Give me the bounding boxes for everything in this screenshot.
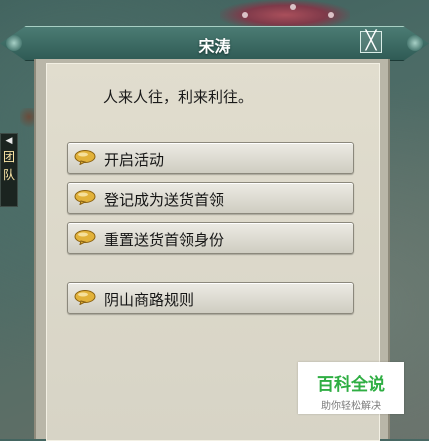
option-register-leader-button[interactable]: 登记成为送货首领	[67, 182, 354, 214]
speech-bubble-icon	[74, 150, 96, 165]
option-start-activity-button[interactable]: 开启活动	[67, 142, 354, 174]
watermark-subtitle: 助你轻松解决	[321, 401, 381, 412]
watermark-title: 百科全说	[317, 375, 385, 395]
option-label: 登记成为送货首领	[104, 191, 225, 209]
ornament-dot	[242, 12, 248, 18]
ornament-dot	[328, 12, 334, 18]
option-reset-leader-button[interactable]: 重置送货首领身份	[67, 222, 354, 254]
speech-bubble-icon	[74, 190, 96, 205]
speech-bubble-icon	[74, 230, 96, 245]
option-label: 重置送货首领身份	[104, 231, 225, 249]
close-button[interactable]: ╳	[360, 31, 382, 53]
option-label: 开启活动	[104, 151, 165, 169]
watermark-logo: 百科全说 助你轻松解决	[298, 362, 404, 414]
npc-greeting: 人来人往，利来利往。	[103, 88, 254, 106]
option-label: 阴山商路规则	[104, 291, 195, 309]
ornament-dot	[290, 4, 296, 10]
speech-bubble-icon	[74, 290, 96, 305]
option-trade-route-rules-button[interactable]: 阴山商路规则	[67, 282, 354, 314]
